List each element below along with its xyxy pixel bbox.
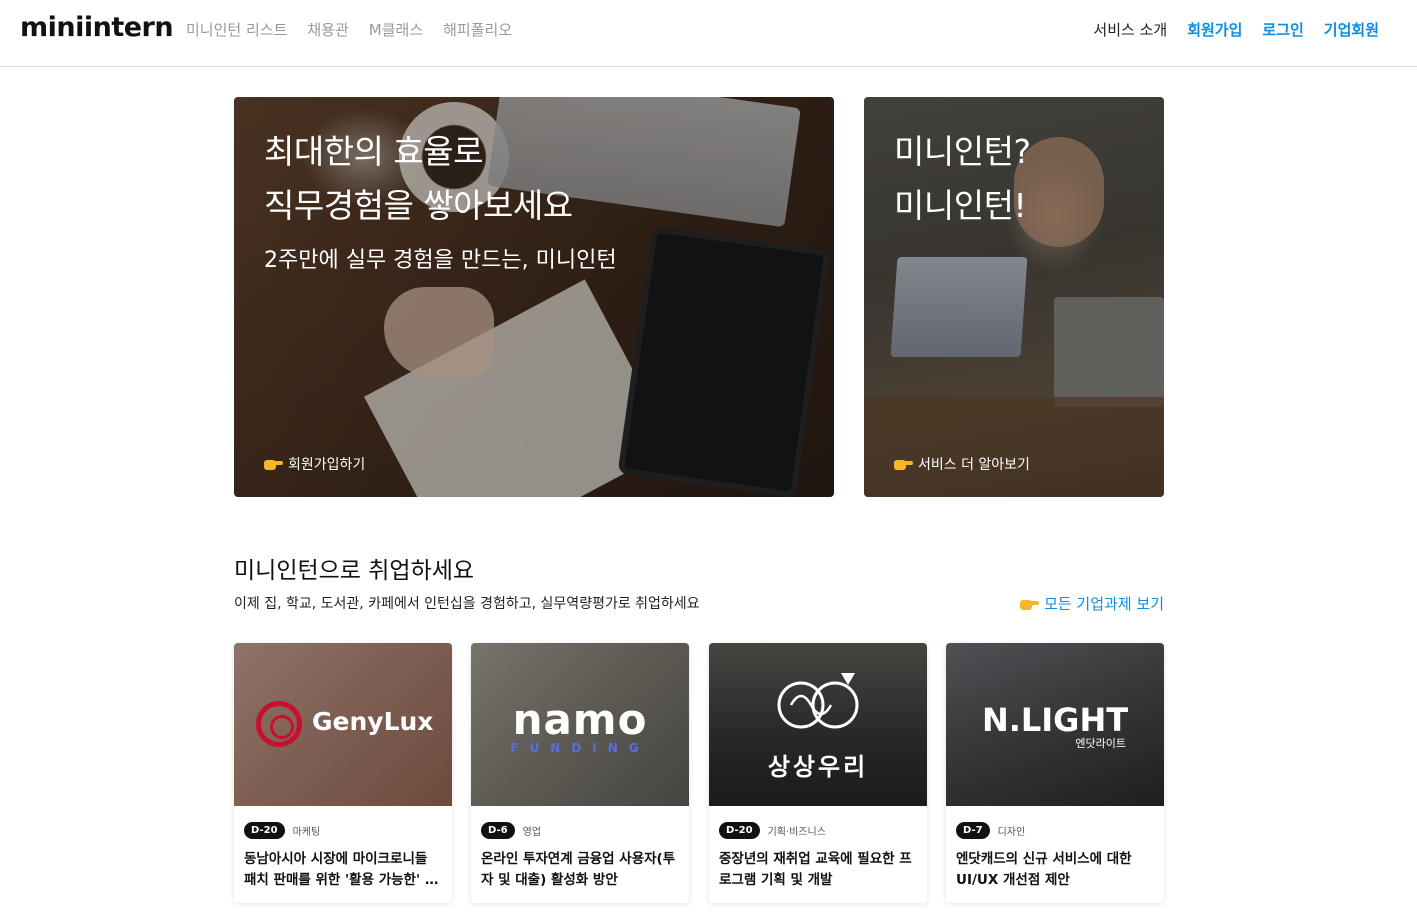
card-title: 온라인 투자연계 금융업 사용자(투자 및 대출) 활성화 방안 <box>481 851 676 888</box>
card-logo-text: N.LIGHT <box>981 701 1129 739</box>
section-title: 미니인턴으로 취업하세요 <box>234 558 475 584</box>
dday-badge: D-7 <box>956 822 990 839</box>
task-card[interactable]: 상상우리 D-20 기획·비즈니스 중장년의 재취업 교육에 필요한 프로그램 … <box>709 643 927 903</box>
hero-banner-signup[interactable]: 최대한의 효율로 직무경험을 쌓아보세요 2주만에 실무 경험을 만드는, 미니… <box>234 97 834 497</box>
task-card[interactable]: namo FUNDING D-6 영업 온라인 투자연계 금융업 사용자(투자 … <box>471 643 689 903</box>
top-header: miniintern 미니인턴 리스트 채용관 M클래스 해피폴리오 서비스 소… <box>0 0 1417 67</box>
pointing-hand-icon <box>894 457 914 471</box>
category-label: 기획·비즈니스 <box>767 827 826 838</box>
card-logo-subtext: 엔닷라이트 <box>1075 737 1126 750</box>
nav-item-mclass[interactable]: M클래스 <box>369 19 423 40</box>
hero-title: 최대한의 효율로 직무경험을 쌓아보세요 <box>264 132 573 225</box>
corporate-member-link[interactable]: 기업회원 <box>1324 19 1379 40</box>
card-thumbnail: N.LIGHT 엔닷라이트 <box>946 643 1164 806</box>
hero-subtitle: 2주만에 실무 경험을 만드는, 미니인턴 <box>264 248 617 273</box>
side-title: 미니인턴? 미니인턴! <box>894 132 1031 225</box>
all-tasks-label: 모든 기업과제 보기 <box>1044 595 1164 613</box>
pointing-hand-icon <box>264 457 284 471</box>
signup-cta-label: 회원가입하기 <box>288 457 366 473</box>
card-title: 엔닷캐드의 신규 서비스에 대한 UI/UX 개선점 제안 <box>956 851 1132 888</box>
card-thumbnail: namo FUNDING <box>471 643 689 806</box>
card-logo-text: 상상우리 <box>767 753 869 781</box>
card-title: 중장년의 재취업 교육에 필요한 프로그램 기획 및 개발 <box>719 851 912 888</box>
card-logo-text: namo <box>512 695 648 744</box>
service-intro-link[interactable]: 서비스 소개 <box>1093 19 1167 40</box>
section-description: 이제 집, 학교, 도서관, 카페에서 인턴십을 경험하고, 실무역량평가로 취… <box>234 596 700 612</box>
genylux-logo-icon <box>256 701 302 747</box>
account-nav: 서비스 소개 회원가입 로그인 기업회원 <box>1093 19 1379 40</box>
pointing-hand-icon <box>1020 597 1040 611</box>
hero-banner-service[interactable]: 미니인턴? 미니인턴! 서비스 더 알아보기 <box>864 97 1164 497</box>
sangsang-woori-logo-icon <box>777 673 859 729</box>
category-label: 마케팅 <box>292 827 321 838</box>
nav-item-happyfolio[interactable]: 해피폴리오 <box>443 19 512 40</box>
task-card[interactable]: GenyLux D-20 마케팅 동남아시아 시장에 마이크로니들 패치 판매를… <box>234 643 452 903</box>
category-label: 디자인 <box>997 827 1026 838</box>
signup-cta[interactable]: 회원가입하기 <box>264 454 365 474</box>
main-nav: 미니인턴 리스트 채용관 M클래스 해피폴리오 <box>186 19 512 40</box>
card-thumbnail: GenyLux <box>234 643 452 806</box>
dday-badge: D-20 <box>244 822 285 839</box>
card-thumbnail: 상상우리 <box>709 643 927 806</box>
signup-link[interactable]: 회원가입 <box>1187 19 1242 40</box>
card-logo-text: GenyLux <box>312 707 434 736</box>
nav-item-intern-list[interactable]: 미니인턴 리스트 <box>186 19 287 40</box>
dday-badge: D-6 <box>481 822 515 839</box>
nav-item-recruit[interactable]: 채용관 <box>307 19 348 40</box>
login-link[interactable]: 로그인 <box>1262 19 1303 40</box>
task-card[interactable]: N.LIGHT 엔닷라이트 D-7 디자인 엔닷캐드의 신규 서비스에 대한 U… <box>946 643 1164 903</box>
service-cta-label: 서비스 더 알아보기 <box>918 457 1030 473</box>
dday-badge: D-20 <box>719 822 760 839</box>
logo[interactable]: miniintern <box>20 12 174 43</box>
service-cta[interactable]: 서비스 더 알아보기 <box>894 454 1030 474</box>
category-label: 영업 <box>522 827 542 838</box>
all-tasks-link[interactable]: 모든 기업과제 보기 <box>1020 593 1164 614</box>
card-logo-subtext: FUNDING <box>510 741 650 755</box>
card-title: 동남아시아 시장에 마이크로니들 패치 판매를 위한 '활용 가능한' 전략 수… <box>244 851 438 888</box>
